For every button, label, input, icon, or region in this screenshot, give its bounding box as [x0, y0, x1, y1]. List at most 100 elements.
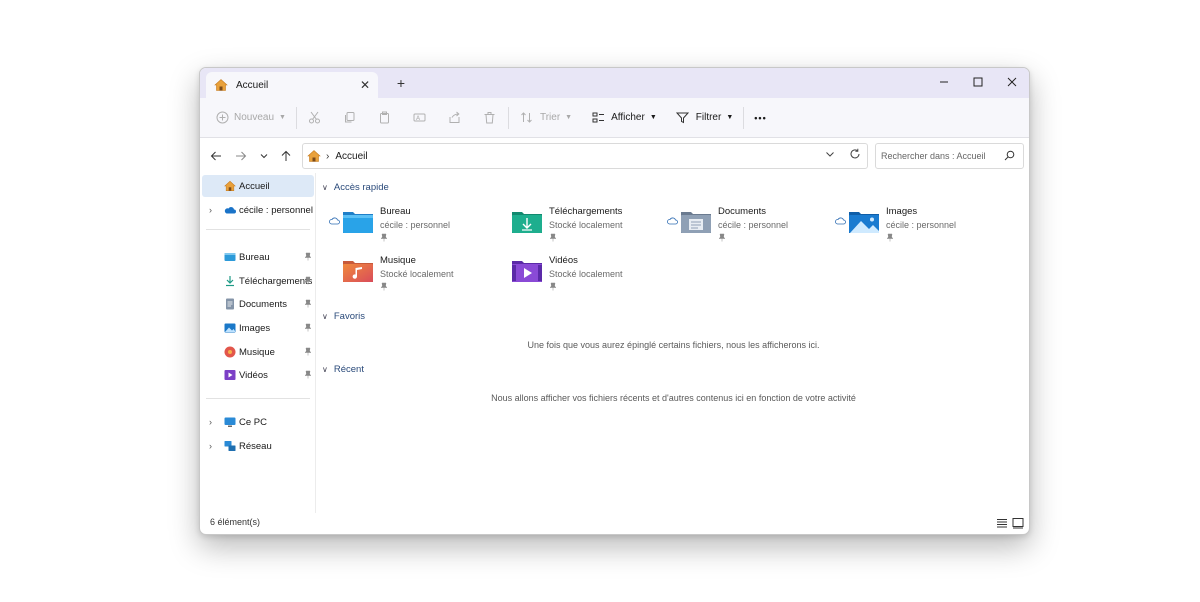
pin-icon[interactable]	[304, 276, 312, 288]
tiles-view-button[interactable]	[1011, 516, 1025, 530]
quick-access-item-videos[interactable]: Vidéos Stocké localement	[498, 255, 658, 295]
sidebar-item-bureau[interactable]: Bureau	[202, 246, 314, 268]
arrow-up-icon	[281, 150, 291, 161]
status-bar: 6 élément(s)	[200, 512, 1029, 534]
address-dropdown-button[interactable]	[825, 149, 835, 162]
section-title: Accès rapide	[333, 182, 389, 193]
pin-icon[interactable]	[304, 323, 312, 335]
sidebar-item-videos[interactable]: Vidéos	[202, 364, 314, 386]
pin-icon	[380, 282, 388, 294]
onedrive-cloud-icon	[224, 204, 236, 216]
section-title: Favoris	[333, 311, 366, 322]
quick-access-location: Stocké localement	[549, 220, 623, 230]
sidebar-divider	[206, 398, 310, 399]
cut-button[interactable]	[307, 104, 323, 132]
pin-icon[interactable]	[304, 299, 312, 311]
sidebar-divider	[206, 229, 310, 230]
quick-access-name: Documents	[718, 206, 767, 217]
pin-icon[interactable]	[304, 370, 312, 382]
toolbar-divider	[295, 106, 297, 129]
quick-access-name: Bureau	[380, 206, 411, 217]
desktop-folder-icon	[342, 208, 374, 235]
quick-access-item-documents[interactable]: Documents cécile : personnel	[667, 206, 827, 246]
rename-button[interactable]: A	[412, 104, 428, 132]
sidebar-item-documents[interactable]: Documents	[202, 293, 314, 315]
videos-icon	[224, 369, 236, 381]
details-view-button[interactable]	[995, 516, 1009, 530]
download-icon	[224, 275, 236, 287]
favorites-empty-message: Une fois que vous aurez épinglé certains…	[527, 340, 820, 350]
sort-button[interactable]: Trier ▼	[519, 104, 572, 132]
quick-access-name: Téléchargements	[549, 206, 623, 217]
section-recent[interactable]: ∨ Récent	[322, 364, 364, 375]
sidebar-item-telechargements[interactable]: Téléchargements	[202, 270, 314, 292]
pin-icon	[549, 233, 557, 245]
sidebar-item-label: Images	[239, 322, 271, 334]
chevron-right-icon[interactable]: ›	[209, 441, 212, 451]
up-button[interactable]	[278, 148, 294, 164]
pin-icon[interactable]	[304, 252, 312, 264]
documents-icon	[224, 298, 236, 310]
sidebar-item-ce-pc[interactable]: › Ce PC	[202, 411, 314, 433]
tab-accueil[interactable]: Accueil ✕	[206, 72, 378, 98]
sidebar-item-images[interactable]: Images	[202, 317, 314, 339]
new-tab-button[interactable]: +	[394, 76, 408, 90]
section-favorites[interactable]: ∨ Favoris	[322, 311, 365, 322]
recent-locations-button[interactable]	[256, 148, 272, 164]
quick-access-item-telechargements[interactable]: Téléchargements Stocké localement	[498, 206, 658, 246]
section-title: Récent	[333, 364, 364, 375]
tab-close-button[interactable]: ✕	[356, 78, 374, 92]
cloud-icon	[667, 217, 678, 228]
close-window-button[interactable]	[997, 72, 1027, 92]
cloud-icon	[835, 217, 846, 228]
address-bar[interactable]: › Accueil	[302, 143, 868, 169]
chevron-down-icon: ▼	[565, 114, 573, 121]
more-options-button[interactable]: •••	[754, 104, 766, 132]
music-folder-icon	[342, 257, 374, 284]
pin-icon	[886, 233, 894, 245]
quick-access-item-images[interactable]: Images cécile : personnel	[835, 206, 995, 246]
cloud-icon	[329, 217, 340, 228]
new-button[interactable]: Nouveau ▼	[214, 104, 286, 132]
chevron-down-icon: ∨	[322, 365, 328, 374]
quick-access-name: Musique	[380, 255, 416, 266]
home-icon	[224, 180, 236, 192]
sidebar-item-label: Documents	[239, 298, 288, 310]
new-button-label: Nouveau	[234, 112, 275, 123]
sidebar-item-reseau[interactable]: › Réseau	[202, 435, 314, 457]
rename-icon: A	[412, 110, 428, 126]
sidebar-item-accueil[interactable]: Accueil	[202, 175, 314, 197]
quick-access-item-musique[interactable]: Musique Stocké localement	[329, 255, 489, 295]
minimize-button[interactable]	[929, 72, 959, 92]
refresh-icon	[850, 148, 860, 159]
search-placeholder: Rechercher dans : Accueil	[881, 151, 986, 161]
chevron-right-icon[interactable]: ›	[209, 417, 212, 427]
filter-button-label: Filtrer	[695, 112, 722, 123]
refresh-button[interactable]	[849, 148, 861, 163]
home-icon	[307, 149, 321, 163]
section-quick-access[interactable]: ∨ Accès rapide	[322, 182, 389, 193]
breadcrumb-accueil[interactable]: Accueil	[335, 151, 367, 162]
quick-access-item-bureau[interactable]: Bureau cécile : personnel	[329, 206, 489, 246]
back-button[interactable]	[208, 148, 224, 164]
sidebar-item-musique[interactable]: Musique	[202, 341, 314, 363]
pin-icon[interactable]	[304, 347, 312, 359]
tab-title: Accueil	[236, 79, 269, 91]
chevron-down-icon	[826, 152, 834, 157]
sidebar-item-onedrive[interactable]: › cécile : personnel	[202, 199, 314, 221]
sidebar-item-label: Téléchargements	[239, 275, 313, 287]
maximize-button[interactable]	[963, 72, 993, 92]
quick-access-location: Stocké localement	[380, 269, 454, 279]
paste-button[interactable]	[377, 104, 393, 132]
sort-icon	[519, 110, 535, 126]
delete-button[interactable]	[482, 104, 498, 132]
share-button[interactable]	[447, 104, 463, 132]
filter-button[interactable]: Filtrer ▼	[675, 104, 733, 132]
search-input[interactable]: Rechercher dans : Accueil	[875, 143, 1024, 169]
view-button[interactable]: Afficher ▼	[590, 104, 657, 132]
copy-button[interactable]	[342, 104, 358, 132]
chevron-right-icon[interactable]: ›	[209, 205, 212, 215]
documents-folder-icon	[680, 208, 712, 235]
tiles-view-icon	[1012, 518, 1024, 529]
forward-button[interactable]	[233, 148, 249, 164]
